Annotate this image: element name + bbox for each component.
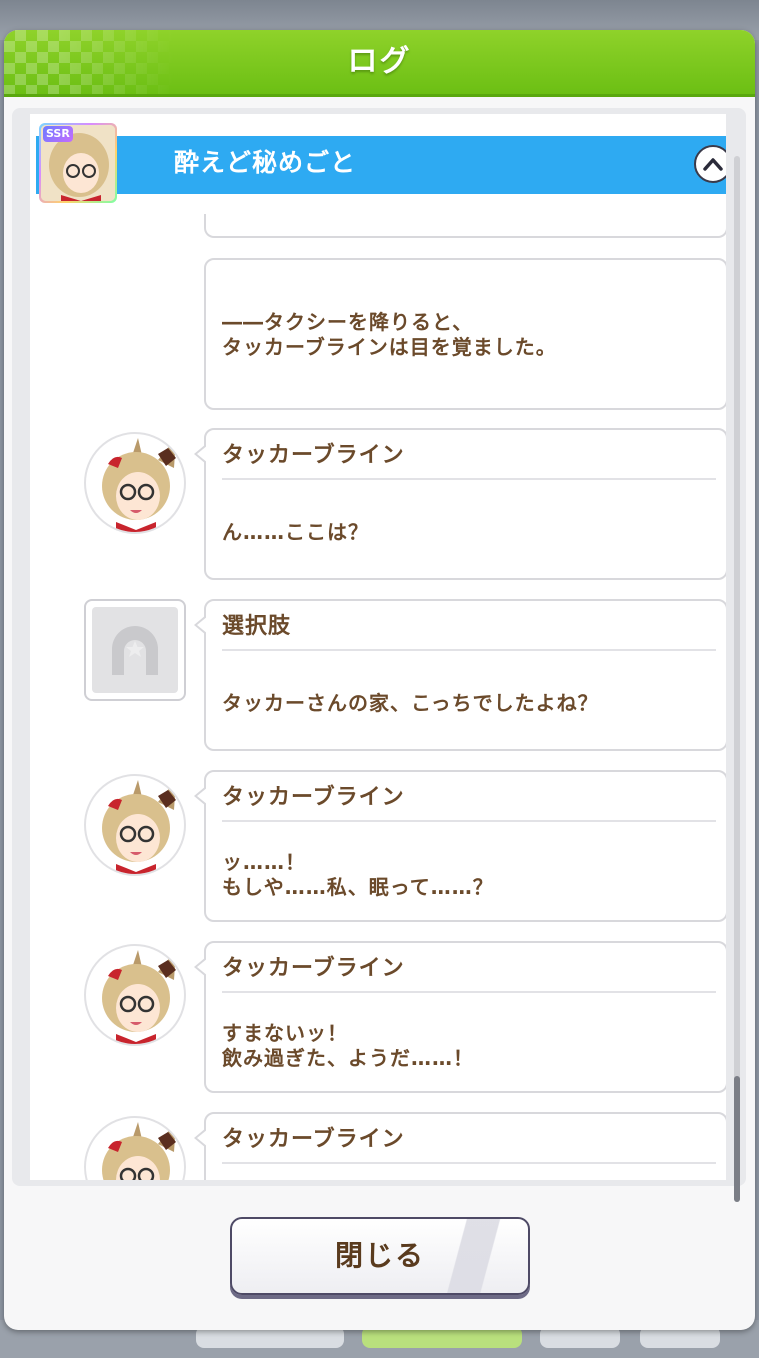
- close-button[interactable]: 閉じる: [230, 1217, 530, 1295]
- speech-line: 飲み過ぎた、ようだ……！: [222, 1046, 474, 1070]
- choice-line: タッカーさんの家、こっちでしたよね？: [222, 691, 599, 715]
- speaker-name: タッカーブライン: [222, 782, 716, 822]
- chapter-header[interactable]: 酔えど秘めごと: [36, 136, 726, 194]
- dialog-header: ログ: [4, 30, 755, 97]
- character-portrait-icon: [102, 1122, 176, 1180]
- chevron-up-icon: [703, 158, 723, 171]
- horseshoe-icon: [92, 607, 178, 693]
- character-avatar: [84, 774, 186, 876]
- speech-entry: タッカーブライン: [194, 1112, 726, 1180]
- character-portrait-icon: [102, 438, 176, 532]
- scrollbar-thumb[interactable]: [734, 1076, 740, 1202]
- character-avatar: [84, 432, 186, 534]
- collapse-button[interactable]: [694, 145, 726, 183]
- log-entry-partial: [204, 214, 726, 238]
- speech-entry: タッカーブライン すまないッ！ 飲み過ぎた、ようだ……！: [194, 941, 726, 1093]
- choice-icon-box: [84, 599, 186, 701]
- speaker-name: 選択肢: [222, 611, 716, 651]
- narration-line: タッカーブラインは目を覚ました。: [222, 335, 557, 359]
- narration-entry: ――タクシーを降りると、 タッカーブラインは目を覚ました。: [204, 258, 726, 410]
- dialog-title: ログ: [347, 44, 412, 79]
- speaker-name: タッカーブライン: [222, 440, 716, 480]
- chapter-card-thumbnail: SSR: [39, 123, 117, 203]
- scrollbar[interactable]: [734, 156, 740, 1202]
- speech-line: ん……ここは？: [222, 520, 369, 544]
- choice-entry: 選択肢 タッカーさんの家、こっちでしたよね？: [194, 599, 726, 751]
- speech-line: もしや……私、眠って……？: [222, 875, 494, 899]
- speaker-name: タッカーブライン: [222, 953, 716, 993]
- log-list[interactable]: 酔えど秘めごと ――タクシーを降りると、 タッカーブラインは目を覚ました。 タッ…: [30, 114, 726, 1180]
- character-avatar: [84, 944, 186, 1046]
- close-button-label: 閉じる: [334, 1239, 425, 1272]
- speech-line: すまないッ！: [222, 1021, 348, 1045]
- speech-entry: タッカーブライン ッ……！ もしや……私、眠って……？: [194, 770, 726, 922]
- card-portrait: SSR: [41, 125, 115, 201]
- character-portrait-icon: [102, 950, 176, 1044]
- speech-entry: タッカーブライン ん……ここは？: [194, 428, 726, 580]
- speaker-name: タッカーブライン: [222, 1124, 716, 1164]
- rarity-badge: SSR: [43, 126, 73, 142]
- log-panel: 酔えど秘めごと ――タクシーを降りると、 タッカーブラインは目を覚ました。 タッ…: [12, 108, 746, 1186]
- speech-line: ッ……！: [222, 850, 306, 874]
- log-dialog: ログ 酔えど秘めごと ――タクシーを降りると、 タッカーブラインは目を覚ました。: [4, 30, 755, 1330]
- narration-line: ――タクシーを降りると、: [222, 310, 474, 334]
- chapter-title: 酔えど秘めごと: [174, 148, 357, 177]
- character-avatar: [84, 1116, 186, 1180]
- character-portrait-icon: [102, 780, 176, 874]
